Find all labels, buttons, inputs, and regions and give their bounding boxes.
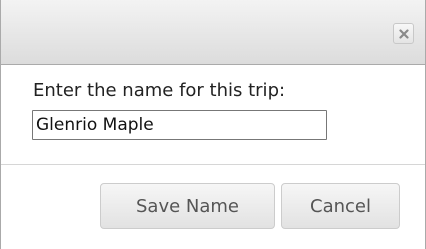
save-trip-dialog: Enter the name for this trip: Save Name … bbox=[0, 0, 426, 249]
close-icon bbox=[399, 29, 409, 39]
close-button[interactable] bbox=[393, 23, 414, 44]
dialog-titlebar bbox=[1, 0, 425, 65]
save-name-button[interactable]: Save Name bbox=[100, 183, 275, 229]
cancel-button[interactable]: Cancel bbox=[281, 183, 400, 229]
trip-name-prompt: Enter the name for this trip: bbox=[33, 80, 286, 101]
dialog-divider bbox=[1, 164, 425, 165]
trip-name-input[interactable] bbox=[32, 110, 327, 140]
